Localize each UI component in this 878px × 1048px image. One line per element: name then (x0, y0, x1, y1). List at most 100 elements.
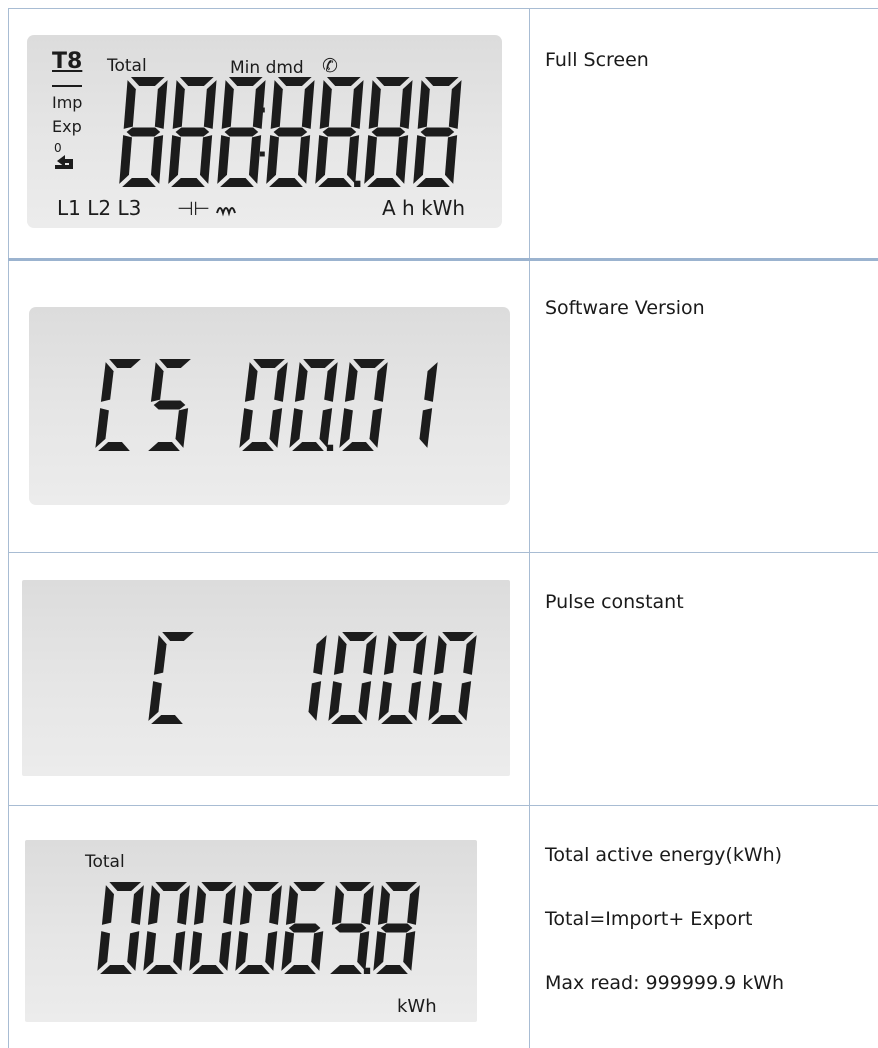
lcd-segment (201, 882, 234, 891)
lcd-decimal-point (363, 967, 371, 974)
lcd-segment (123, 80, 136, 129)
lcd-digit (119, 77, 168, 187)
lcd-decimal-point (354, 180, 361, 187)
lcd-colon-dot (259, 151, 265, 157)
lcd-segment (119, 135, 132, 184)
lcd-digit (143, 882, 190, 974)
lcd-segment (221, 80, 234, 129)
lcd-segment (385, 882, 418, 891)
lcd-segment (380, 923, 413, 933)
lcd-segment (339, 882, 372, 891)
lcd-segment (369, 408, 383, 448)
lcd-segment (274, 362, 288, 402)
lcd-segment (143, 931, 157, 971)
lcd-segment (285, 885, 298, 925)
lcd-segment (342, 632, 374, 641)
lcd-segment (301, 80, 315, 129)
lcd-segment (109, 359, 141, 368)
lcd-segment (378, 681, 392, 721)
lcd-segment (334, 923, 367, 933)
lcd-digit (419, 362, 438, 448)
lcd-segment (333, 635, 347, 675)
lcd-segment (95, 408, 109, 448)
lcd-digit (315, 77, 364, 187)
lcd-segment (339, 408, 353, 448)
lcd-digit (413, 77, 462, 187)
lcd-segment (146, 965, 178, 974)
lcd-segment (175, 127, 210, 137)
display-table: ⊣⊢ T8 Total Min dmd ✆ Imp Exp 0 L1 L2 L3… (0, 0, 878, 1048)
imp-label: Imp (52, 93, 83, 112)
lcd-segment (281, 931, 295, 971)
lcd-segment (381, 715, 413, 724)
lcd-segment (265, 931, 278, 971)
lcd-pulse-constant-segments (148, 632, 477, 724)
lcd-segment (248, 135, 262, 184)
lcd-segment (173, 931, 186, 971)
lcd-segment (153, 400, 186, 410)
lcd-segment (392, 632, 424, 641)
lcd-segment (162, 632, 194, 641)
lcd-segment (239, 885, 252, 925)
lcd-software-version-segments (95, 359, 438, 451)
lcd-segment (269, 178, 303, 187)
lcd-segment (326, 77, 361, 86)
lcd-segment (172, 80, 185, 129)
lcd-segment (155, 882, 188, 891)
lcd-segment (431, 715, 463, 724)
lcd-segment (175, 408, 189, 448)
table-border-middle (529, 8, 530, 1048)
lcd-segment (463, 635, 477, 675)
lcd-segment (284, 965, 316, 974)
lcd-segment (319, 408, 333, 448)
lcd-decimal-point (326, 444, 334, 451)
row-description: Total=Import+ Export (545, 908, 753, 930)
lcd-segment (277, 77, 312, 86)
lcd-digit (168, 77, 217, 187)
lcd-segment (395, 135, 409, 184)
row-divider (8, 552, 878, 553)
lcd-segment (350, 80, 364, 129)
phase-labels: L1 L2 L3 (57, 196, 142, 220)
row-description: Pulse constant (545, 591, 684, 613)
lcd-segment (147, 885, 160, 925)
lcd-segment (324, 362, 338, 402)
lcd-segment (458, 681, 472, 721)
lcd-segment (367, 178, 401, 187)
lcd-segment (344, 362, 358, 402)
lcd-segment (373, 931, 387, 971)
lcd-segment (153, 635, 167, 675)
lcd-segment (428, 681, 442, 721)
lcd-digit (330, 882, 374, 974)
lcd-segment (98, 442, 130, 451)
lcd-digit (428, 632, 477, 724)
lcd-segment (408, 681, 422, 721)
lcd-segment (289, 408, 303, 448)
lcd-segment (420, 127, 455, 137)
lcd-segment (159, 359, 191, 368)
lcd-full-screen: ⊣⊢ T8 Total Min dmd ✆ Imp Exp 0 L1 L2 L3… (27, 35, 502, 228)
lcd-segment (101, 885, 114, 925)
reset-label: 0 (54, 141, 62, 155)
tariff-indicator: T8 (52, 49, 83, 74)
lcd-segment (126, 127, 161, 137)
lcd-digit (189, 882, 236, 974)
lcd-segment (203, 80, 217, 129)
table-border-top (8, 8, 878, 9)
lcd-segment (150, 362, 164, 402)
lcd-colon-dot (259, 107, 265, 113)
lcd-segment (293, 882, 326, 891)
tariff-underline (52, 85, 82, 87)
lcd-segment (424, 77, 459, 86)
lcd-segment (322, 127, 357, 137)
lcd-segment (319, 80, 332, 129)
lcd-segment (127, 931, 140, 971)
lcd-digit (289, 359, 338, 451)
lcd-segment (122, 178, 156, 187)
row-divider (8, 258, 878, 261)
lcd-segment (199, 135, 213, 184)
unit-labels: A h kWh (382, 196, 466, 220)
lcd-segment (235, 931, 249, 971)
lcd-segment (224, 127, 259, 137)
row-description: Software Version (545, 297, 705, 319)
